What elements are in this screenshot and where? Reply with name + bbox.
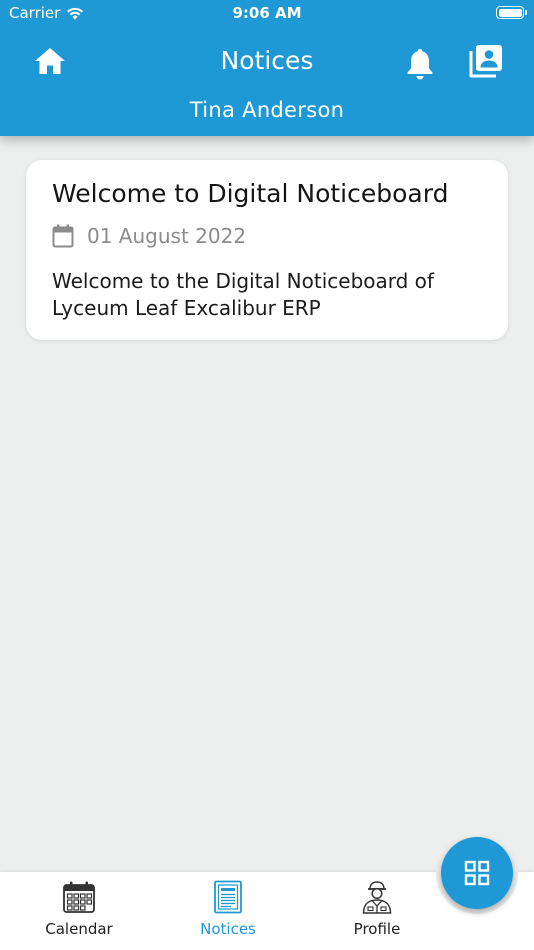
- profile-icon: [362, 881, 392, 914]
- notice-card[interactable]: Welcome to Digital Noticeboard 01 August…: [26, 160, 508, 340]
- notice-body: Welcome to the Digital Noticeboard of Ly…: [52, 269, 434, 320]
- notice-title: Welcome to Digital Noticeboard: [52, 179, 449, 208]
- noticeboard-icon: [214, 880, 242, 914]
- status-time: 9:06 AM: [232, 4, 302, 22]
- calendar-icon: [63, 881, 95, 913]
- notice-date: 01 August 2022: [87, 224, 247, 248]
- bell-icon[interactable]: [404, 45, 436, 81]
- user-name: Tina Anderson: [189, 98, 345, 122]
- status-bar: Carrier 9:06 AM: [0, 0, 534, 28]
- app-header: Carrier 9:06 AM Notices Tina Anderson: [0, 0, 534, 136]
- tab-notices-label: Notices: [200, 920, 256, 938]
- tab-calendar-label: Calendar: [45, 920, 113, 938]
- tab-profile[interactable]: Profile: [317, 880, 437, 942]
- notice-date-row: 01 August 2022: [52, 222, 246, 250]
- page-title: Notices: [220, 46, 314, 75]
- contacts-icon[interactable]: [468, 43, 504, 79]
- menu-fab-button[interactable]: [441, 837, 513, 909]
- tab-notices[interactable]: Notices: [168, 880, 288, 942]
- grid-icon: [464, 860, 490, 886]
- tab-profile-label: Profile: [353, 920, 401, 938]
- tab-calendar[interactable]: Calendar: [19, 880, 139, 942]
- calendar-icon: [52, 224, 74, 248]
- battery-icon: [496, 6, 527, 19]
